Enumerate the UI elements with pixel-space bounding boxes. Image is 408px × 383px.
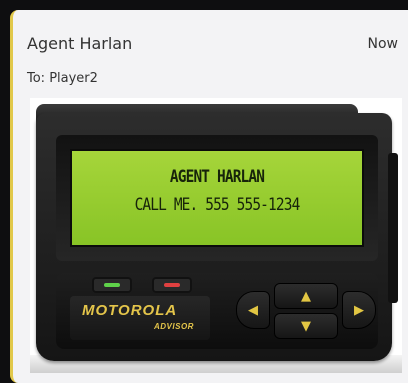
- model-label: ADVISOR: [154, 322, 194, 331]
- pager-dpad: ◀ ▲ ▼ ▶: [236, 281, 376, 341]
- lcd-line-sender: AGENT HARLAN: [169, 167, 265, 187]
- red-led-icon: [164, 283, 180, 287]
- triangle-left-icon: ◀: [236, 291, 270, 329]
- green-led-icon: [104, 283, 120, 287]
- green-key: [92, 277, 132, 293]
- message-card[interactable]: Agent Harlan Now To: Player2 AGENT HARLA…: [10, 10, 408, 383]
- brand-plate: MOTOROLA ADVISOR: [70, 296, 210, 340]
- timestamp: Now: [367, 36, 399, 52]
- lcd-line-message: CALL ME. 555 555-1234: [134, 195, 301, 215]
- sender-name: Agent Harlan: [27, 34, 133, 53]
- pager-side-grip: [388, 153, 398, 303]
- pager-image: AGENT HARLAN CALL ME. 555 555-1234 MOTOR…: [30, 98, 402, 373]
- brand-logo: MOTOROLA: [82, 302, 178, 319]
- triangle-up-icon: ▲: [274, 283, 338, 309]
- pager-body: AGENT HARLAN CALL ME. 555 555-1234 MOTOR…: [36, 113, 398, 361]
- red-key: [152, 277, 192, 293]
- pager-lcd-screen: AGENT HARLAN CALL ME. 555 555-1234: [70, 149, 364, 247]
- triangle-down-icon: ▼: [274, 313, 338, 339]
- triangle-right-icon: ▶: [342, 291, 376, 329]
- recipient-label: To: Player2: [27, 71, 98, 86]
